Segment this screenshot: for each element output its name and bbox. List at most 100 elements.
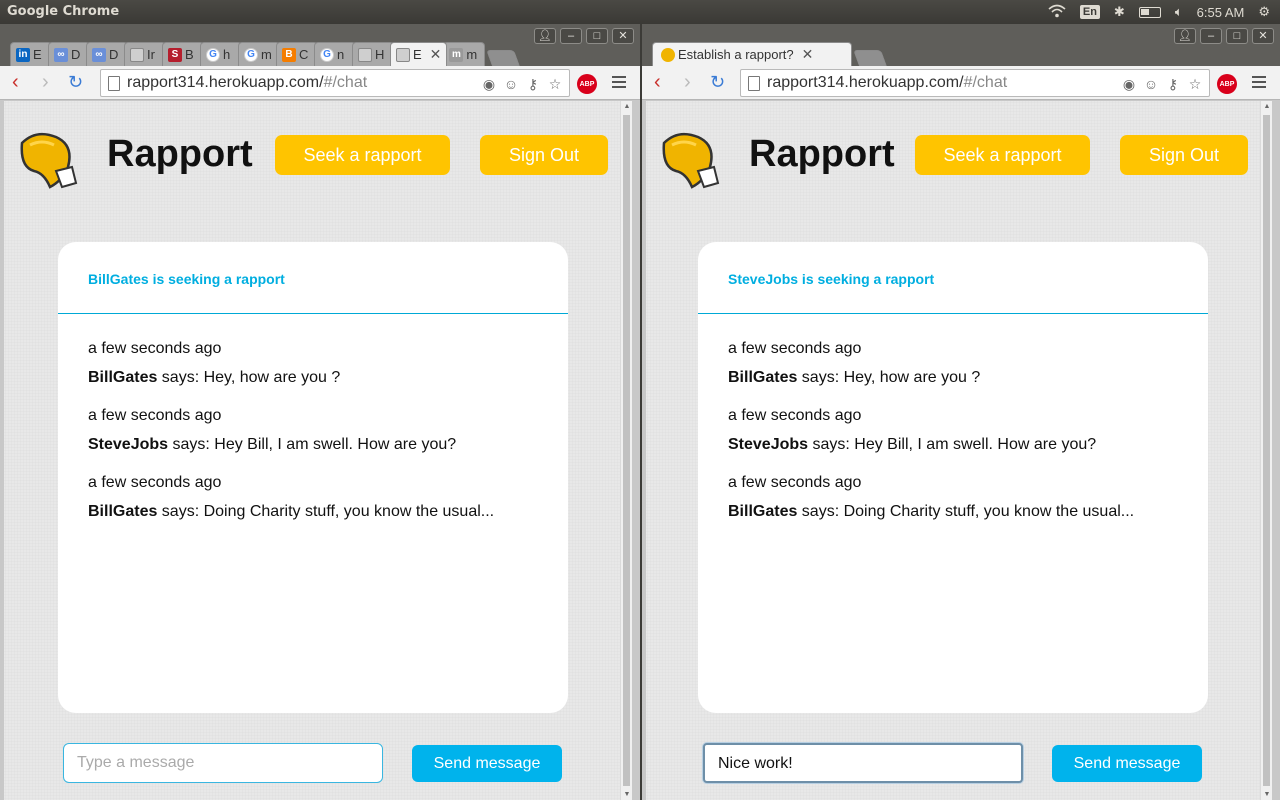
- tab-close-icon[interactable]: ✕: [430, 46, 442, 63]
- volume-icon[interactable]: 🔈︎: [1175, 4, 1183, 20]
- minimize-button[interactable]: –: [1200, 28, 1222, 44]
- gear-icon[interactable]: ⚙: [1258, 4, 1270, 20]
- battery-icon[interactable]: [1138, 6, 1161, 18]
- forward-button[interactable]: ›: [684, 72, 691, 92]
- reload-button[interactable]: ↻: [68, 72, 83, 92]
- message-line: BillGates says: Doing Charity stuff, you…: [88, 503, 538, 521]
- chat-card: BillGates is seeking a rapport a few sec…: [58, 242, 568, 713]
- tab[interactable]: Gh: [200, 42, 242, 66]
- tab[interactable]: in E: [10, 42, 52, 66]
- send-message-button[interactable]: Send message: [1052, 745, 1202, 782]
- new-tab-button[interactable]: [486, 50, 521, 66]
- tab[interactable]: ∞ D: [48, 42, 90, 66]
- minimize-button[interactable]: –: [560, 28, 582, 44]
- tab[interactable]: SB: [162, 42, 204, 66]
- chat-message: a few seconds ago BillGates says: Hey, ho…: [88, 340, 538, 387]
- chat-message: a few seconds ago BillGates says: Doing C…: [728, 474, 1178, 521]
- google-icon: G: [244, 47, 258, 62]
- message-author: SteveJobs: [88, 436, 169, 453]
- message-text: says: Doing Charity stuff, you know the …: [157, 503, 495, 520]
- fortune-cookie-favicon-icon: [661, 47, 675, 62]
- back-button[interactable]: ‹: [654, 72, 661, 92]
- message-timestamp: a few seconds ago: [88, 340, 222, 357]
- address-bar[interactable]: rapport314.herokuapp.com/#/chat: [740, 69, 1210, 97]
- scrollbar-thumb[interactable]: [1263, 115, 1270, 786]
- chat-header: BillGates is seeking a rapport: [58, 242, 568, 314]
- message-text: says: Doing Charity stuff, you know the …: [797, 503, 1135, 520]
- tab-establish-rapport[interactable]: Establish a rapport? ✕: [652, 42, 852, 66]
- scroll-down-arrow-icon[interactable]: ▼: [1261, 791, 1273, 798]
- maximize-button[interactable]: □: [586, 28, 608, 44]
- window-controls: 👤︎ – □ ✕: [534, 28, 634, 44]
- profile-icon[interactable]: 👤︎: [1174, 28, 1196, 44]
- scrollbar[interactable]: ▲ ▼: [620, 101, 632, 800]
- tab[interactable]: ∞ D: [86, 42, 128, 66]
- url-path: #/chat: [323, 74, 368, 91]
- location-icon[interactable]: ◉: [1120, 75, 1138, 93]
- scrollbar-thumb[interactable]: [623, 115, 630, 786]
- extension-icon[interactable]: ☺: [502, 75, 520, 93]
- key-icon[interactable]: ⚷: [1164, 75, 1182, 93]
- browser-toolbar: ‹ › ↻ rapport314.herokuapp.com/#/chat ◉ …: [0, 66, 640, 100]
- seek-rapport-button[interactable]: Seek a rapport: [275, 135, 450, 175]
- key-icon[interactable]: ⚷: [524, 75, 542, 93]
- clock[interactable]: 6:55 AM: [1197, 5, 1245, 20]
- s-icon: S: [168, 47, 182, 62]
- blogger-icon: B: [282, 47, 296, 62]
- tab-title: Establish a rapport?: [678, 47, 794, 62]
- bookmark-star-icon[interactable]: ☆: [546, 75, 564, 93]
- scroll-up-arrow-icon[interactable]: ▲: [621, 103, 633, 110]
- adblock-icon[interactable]: ABP: [1217, 74, 1237, 94]
- chrome-menu-icon[interactable]: [1252, 76, 1266, 88]
- url-host: rapport314.herokuapp.com/: [767, 74, 964, 91]
- new-tab-button[interactable]: [853, 50, 887, 66]
- tab[interactable]: BC: [276, 42, 318, 66]
- seek-rapport-button[interactable]: Seek a rapport: [915, 135, 1090, 175]
- tab[interactable]: E ✕: [390, 42, 448, 66]
- tab-close-icon[interactable]: ✕: [802, 46, 814, 63]
- close-window-button[interactable]: ✕: [612, 28, 634, 44]
- message-input[interactable]: Nice work!: [703, 743, 1023, 783]
- forward-button[interactable]: ›: [42, 72, 49, 92]
- tab[interactable]: mm: [443, 42, 486, 66]
- page-viewport: Rapport Seek a rapport Sign Out BillGate…: [4, 101, 620, 800]
- maximize-button[interactable]: □: [1226, 28, 1248, 44]
- bluetooth-icon[interactable]: ✱: [1114, 4, 1125, 20]
- message-text: says: Hey Bill, I am swell. How are you?: [168, 436, 457, 453]
- message-text: says: Hey, how are you ?: [157, 369, 341, 386]
- chat-message: a few seconds ago BillGates says: Doing C…: [88, 474, 538, 521]
- tab[interactable]: Gn: [314, 42, 356, 66]
- close-window-button[interactable]: ✕: [1252, 28, 1274, 44]
- address-bar[interactable]: rapport314.herokuapp.com/#/chat: [100, 69, 570, 97]
- message-input[interactable]: Type a message: [63, 743, 383, 783]
- browser-window-right: 👤︎ – □ ✕ Establish a rapport? ✕ ‹ › ↻ ra…: [642, 24, 1280, 800]
- adblock-icon[interactable]: ABP: [577, 74, 597, 94]
- tab[interactable]: H: [352, 42, 394, 66]
- bookmark-star-icon[interactable]: ☆: [1186, 75, 1204, 93]
- keyboard-language-indicator[interactable]: En: [1079, 5, 1100, 19]
- chat-message: a few seconds ago BillGates says: Hey, ho…: [728, 340, 1178, 387]
- sign-out-button[interactable]: Sign Out: [1120, 135, 1248, 175]
- scrollbar[interactable]: ▲ ▼: [1260, 101, 1272, 800]
- tab[interactable]: Gm: [238, 42, 280, 66]
- sign-out-button[interactable]: Sign Out: [480, 135, 608, 175]
- reload-button[interactable]: ↻: [710, 72, 725, 92]
- message-list: a few seconds ago BillGates says: Hey, ho…: [58, 314, 568, 521]
- google-icon: G: [206, 47, 220, 62]
- extension-icon[interactable]: ☺: [1142, 75, 1160, 93]
- back-button[interactable]: ‹: [12, 72, 19, 92]
- profile-icon[interactable]: 👤︎: [534, 28, 556, 44]
- message-timestamp: a few seconds ago: [728, 474, 862, 491]
- scroll-up-arrow-icon[interactable]: ▲: [1261, 103, 1273, 110]
- send-message-button[interactable]: Send message: [412, 745, 562, 782]
- tab-title: H: [375, 47, 385, 62]
- message-list: a few seconds ago BillGates says: Hey, ho…: [698, 314, 1208, 521]
- chrome-menu-icon[interactable]: [612, 76, 626, 88]
- system-tray: En ✱ 🔈︎ 6:55 AM ⚙: [1048, 0, 1270, 24]
- scroll-down-arrow-icon[interactable]: ▼: [621, 791, 633, 798]
- wifi-icon[interactable]: [1048, 4, 1066, 21]
- location-icon[interactable]: ◉: [480, 75, 498, 93]
- tab-strip: 👤︎ – □ ✕ Establish a rapport? ✕: [642, 24, 1280, 66]
- linkedin-icon: in: [16, 47, 30, 62]
- tab[interactable]: Ir: [124, 42, 166, 66]
